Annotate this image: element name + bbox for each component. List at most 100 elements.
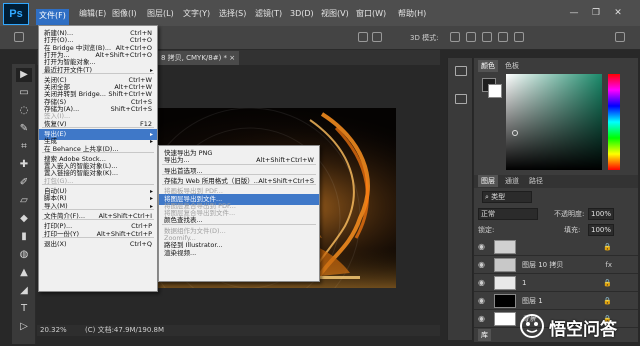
- watermark-text: 悟空问答: [549, 320, 617, 340]
- marquee-tool-icon[interactable]: ▭: [16, 86, 32, 100]
- lock-icon: 🔒: [603, 279, 612, 287]
- workspace-icon[interactable]: [615, 32, 625, 42]
- menu-filter[interactable]: 滤镜(T): [252, 7, 285, 21]
- layer-filter-value: 类型: [491, 193, 506, 201]
- lasso-tool-icon[interactable]: ◌: [16, 104, 32, 118]
- layer-filter-select[interactable]: ⌕ 类型: [482, 191, 532, 203]
- menu-item[interactable]: 渲染视频...: [159, 248, 319, 259]
- opacity-input[interactable]: 100%: [588, 208, 614, 220]
- layer-thumbnail: [494, 294, 516, 308]
- 3d-pan-icon[interactable]: [482, 32, 492, 42]
- minimize-icon[interactable]: —: [568, 7, 580, 19]
- eraser-tool-icon[interactable]: ▱: [16, 194, 32, 208]
- layer-thumbnail: [494, 276, 516, 290]
- color-field[interactable]: [506, 74, 602, 170]
- visibility-eye-icon[interactable]: ◉: [478, 260, 488, 269]
- menu-separator: [42, 219, 154, 221]
- distribute-icon[interactable]: [372, 32, 382, 42]
- layer-thumbnail: [494, 312, 516, 326]
- menu-separator: [42, 208, 154, 210]
- menu-item-label: 渲染视频...: [164, 248, 197, 257]
- zoom-level[interactable]: 20.32%: [40, 325, 67, 336]
- hue-slider[interactable]: [608, 74, 620, 170]
- brush-tool-icon[interactable]: ✐: [16, 176, 32, 190]
- visibility-eye-icon[interactable]: ◉: [478, 314, 488, 323]
- visibility-eye-icon[interactable]: ◉: [478, 242, 488, 251]
- menu-separator: [162, 223, 316, 225]
- menu-edit[interactable]: 编辑(E): [76, 7, 109, 21]
- tab-libraries[interactable]: 库: [478, 329, 491, 341]
- restore-icon[interactable]: ❐: [590, 7, 602, 19]
- fill-input[interactable]: 100%: [588, 224, 614, 236]
- crop-tool-icon[interactable]: ⌗: [16, 140, 32, 154]
- menu-select[interactable]: 选择(S): [216, 7, 249, 21]
- toolbox: ▶ ▭ ◌ ✎ ⌗ ✚ ✐ ▱ ◆ ▮ ◍ ▲ ◢ T ▷: [12, 64, 36, 344]
- move-tool-icon[interactable]: ▶: [16, 68, 32, 82]
- menu-separator: [42, 126, 154, 128]
- eyedropper-tool-icon[interactable]: ✚: [16, 158, 32, 172]
- 3d-roll-icon[interactable]: [466, 32, 476, 42]
- tool-preset-icon[interactable]: [14, 32, 24, 42]
- properties-icon[interactable]: [455, 94, 467, 104]
- menu-window[interactable]: 窗口(W): [353, 7, 389, 21]
- path-select-tool-icon[interactable]: ▷: [16, 320, 32, 334]
- menu-item[interactable]: 退出(X) Ctrl+Q: [39, 239, 157, 250]
- layer-row[interactable]: ◉ 1 🔒: [474, 274, 638, 292]
- 3d-slide-icon[interactable]: [498, 32, 508, 42]
- menu-help[interactable]: 帮助(H): [395, 7, 429, 21]
- close-icon[interactable]: ✕: [612, 7, 624, 19]
- tab-channels[interactable]: 通道: [502, 175, 522, 187]
- menu-layer[interactable]: 图层(L): [144, 7, 177, 21]
- menu-separator: [42, 72, 154, 74]
- visibility-eye-icon[interactable]: ◉: [478, 296, 488, 305]
- layer-row[interactable]: ◉ 🔒: [474, 238, 638, 256]
- right-panel: 颜色 色板 图层 通道 路径 ⌕ 类型 正常 不透明度: 100% 锁定: 填充…: [474, 58, 638, 342]
- history-icon[interactable]: [455, 66, 467, 76]
- menu-separator: [42, 184, 154, 185]
- lock-icon: 🔒: [603, 297, 612, 305]
- gradient-tool-icon[interactable]: ▮: [16, 230, 32, 244]
- lock-label: 锁定:: [478, 226, 495, 234]
- menu-file[interactable]: 文件(F): [36, 9, 69, 25]
- menu-view[interactable]: 视图(V): [318, 7, 352, 21]
- pen-tool-icon[interactable]: ◢: [16, 284, 32, 298]
- photoshop-logo: Ps: [3, 3, 29, 25]
- dodge-tool-icon[interactable]: ▲: [16, 266, 32, 280]
- tab-swatches[interactable]: 色板: [502, 60, 522, 72]
- tab-layers[interactable]: 图层: [478, 175, 498, 187]
- menu-image[interactable]: 图像(I): [109, 7, 140, 21]
- layers-panel-header: [474, 175, 638, 188]
- layer-row[interactable]: ◉ 图层 1 🔒: [474, 292, 638, 310]
- tab-paths[interactable]: 路径: [526, 175, 546, 187]
- layer-row[interactable]: ◉ 图层 10 拷贝 fx: [474, 256, 638, 274]
- type-tool-icon[interactable]: T: [16, 302, 32, 316]
- layer-name: 图层 10 拷贝: [522, 261, 564, 269]
- menu-separator: [42, 151, 154, 153]
- menu-3d[interactable]: 3D(D): [287, 7, 317, 21]
- menu-type[interactable]: 文字(Y): [180, 7, 213, 21]
- stamp-tool-icon[interactable]: ◆: [16, 212, 32, 226]
- watermark: 悟空问答: [519, 311, 637, 341]
- quick-select-tool-icon[interactable]: ✎: [16, 122, 32, 136]
- blur-tool-icon[interactable]: ◍: [16, 248, 32, 262]
- menu-bar: Ps 文件(F) 编辑(E) 图像(I) 图层(L) 文字(Y) 选择(S) 滤…: [0, 0, 640, 26]
- opacity-label: 不透明度:: [554, 210, 585, 218]
- align-icon[interactable]: [358, 32, 368, 42]
- color-picker-marker[interactable]: [512, 130, 518, 136]
- layer-name: 图层 1: [522, 297, 543, 305]
- background-color-swatch[interactable]: [488, 84, 502, 98]
- document-tab-close-icon[interactable]: ×: [229, 54, 235, 62]
- watermark-logo-icon: [520, 314, 544, 338]
- tab-color[interactable]: 颜色: [478, 60, 498, 72]
- blend-mode-select[interactable]: 正常: [478, 208, 538, 220]
- menu-separator: [42, 236, 154, 238]
- document-tab[interactable]: 8 拷贝, CMYK/8#) * ×: [157, 51, 240, 65]
- document-info: (C) 文档:47.9M/190.8M: [85, 326, 164, 334]
- 3d-scale-icon[interactable]: [514, 32, 524, 42]
- file-menu: 新建(N)... Ctrl+N 打开(O)... Ctrl+O 在 Bridge 中浏览…: [38, 25, 158, 292]
- 3d-rotate-icon[interactable]: [450, 32, 460, 42]
- fill-label: 填充:: [564, 226, 581, 234]
- layer-fx-badge[interactable]: fx: [605, 259, 612, 271]
- document-tab-title: 8 拷贝, CMYK/8#) *: [161, 54, 228, 62]
- visibility-eye-icon[interactable]: ◉: [478, 278, 488, 287]
